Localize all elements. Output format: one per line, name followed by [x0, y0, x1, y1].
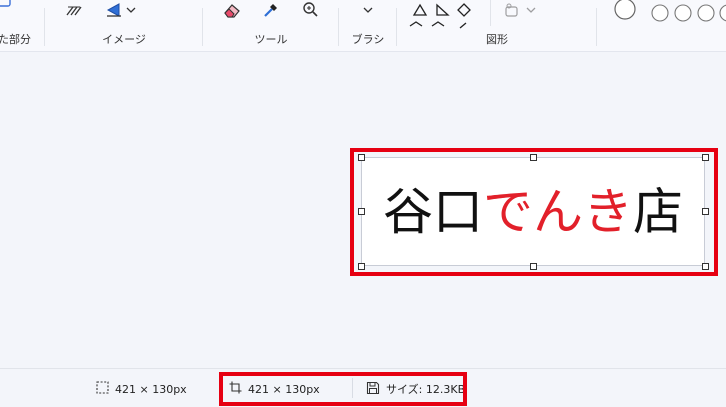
selection-size-indicator: 421 × 130px — [96, 380, 187, 398]
ribbon-toolbar: た部分 イメージ ツール ブラシ 図形 — [0, 0, 726, 52]
status-separator — [352, 378, 353, 398]
status-bar: 421 × 130px 421 × 130px サイズ: 12.3KB — [0, 368, 726, 407]
logo-text-part: でんき — [483, 182, 633, 241]
stroke-size-large-icon[interactable] — [612, 0, 638, 22]
eraser-icon[interactable] — [220, 0, 244, 20]
ribbon-label-selection: た部分 — [0, 33, 31, 46]
ribbon-separator — [338, 8, 339, 46]
chevron-down-icon[interactable] — [124, 0, 138, 20]
selection-icon — [96, 381, 109, 397]
resize-handle-left[interactable] — [358, 208, 365, 215]
resize-handle-bottom-left[interactable] — [358, 263, 365, 270]
resize-handle-bottom[interactable] — [530, 263, 537, 270]
color-picker-icon[interactable] — [259, 0, 283, 20]
logo-text-part: 谷口 — [383, 182, 483, 241]
file-size-indicator: サイズ: 12.3KB — [366, 380, 465, 398]
ribbon-separator — [490, 0, 491, 26]
resize-handle-top[interactable] — [530, 154, 537, 161]
ribbon-label-shapes: 図形 — [486, 33, 508, 46]
flip-icon[interactable] — [102, 0, 126, 20]
logo-text: 谷口でんき店 — [383, 187, 683, 237]
color-swatch-icon[interactable] — [718, 3, 726, 23]
shape-fill-icon[interactable] — [500, 0, 524, 20]
ribbon-separator — [202, 8, 203, 46]
color-swatch-icon[interactable] — [673, 3, 693, 23]
save-disk-icon — [366, 381, 380, 398]
triangle-shape-icon[interactable] — [408, 0, 432, 20]
chevron-down-icon[interactable] — [524, 0, 538, 20]
ribbon-group-image: イメージ — [46, 0, 202, 52]
ribbon-separator — [596, 8, 597, 46]
selection-size-text: 421 × 130px — [115, 382, 187, 396]
resize-handle-top-left[interactable] — [358, 154, 365, 161]
right-triangle-shape-icon[interactable] — [430, 0, 454, 20]
chevron-down-icon[interactable] — [360, 0, 376, 20]
diamond-shape-icon[interactable] — [452, 0, 476, 20]
ribbon-separator — [396, 8, 397, 46]
canvas-size-text: 421 × 130px — [248, 382, 320, 396]
ribbon-separator — [44, 8, 45, 46]
magnifier-icon[interactable] — [299, 0, 323, 20]
resize-handle-top-right[interactable] — [702, 154, 709, 161]
ribbon-label-image: イメージ — [102, 33, 146, 46]
ribbon-group-selection: た部分 — [0, 0, 42, 52]
resize-handle-right[interactable] — [702, 208, 709, 215]
ribbon-group-brushes: ブラシ — [340, 0, 396, 52]
ribbon-group-shapes: 図形 — [398, 0, 596, 52]
select-icon[interactable] — [0, 0, 14, 10]
shape-row-partial-icon[interactable] — [408, 20, 478, 30]
canvas-size-indicator: 421 × 130px — [229, 380, 320, 398]
file-size-text: サイズ: 12.3KB — [386, 383, 466, 396]
ribbon-label-tools: ツール — [254, 33, 288, 46]
logo-text-part: 店 — [633, 182, 683, 241]
canvas-image[interactable]: 谷口でんき店 — [361, 157, 705, 266]
ribbon-group-tools: ツール — [204, 0, 338, 52]
canvas-size-icon — [229, 381, 242, 397]
ribbon-label-brushes: ブラシ — [351, 33, 385, 46]
color-swatch-icon[interactable] — [650, 3, 670, 23]
crop-pattern-icon[interactable] — [62, 0, 86, 20]
resize-handle-bottom-right[interactable] — [702, 263, 709, 270]
color-swatch-icon[interactable] — [696, 3, 716, 23]
